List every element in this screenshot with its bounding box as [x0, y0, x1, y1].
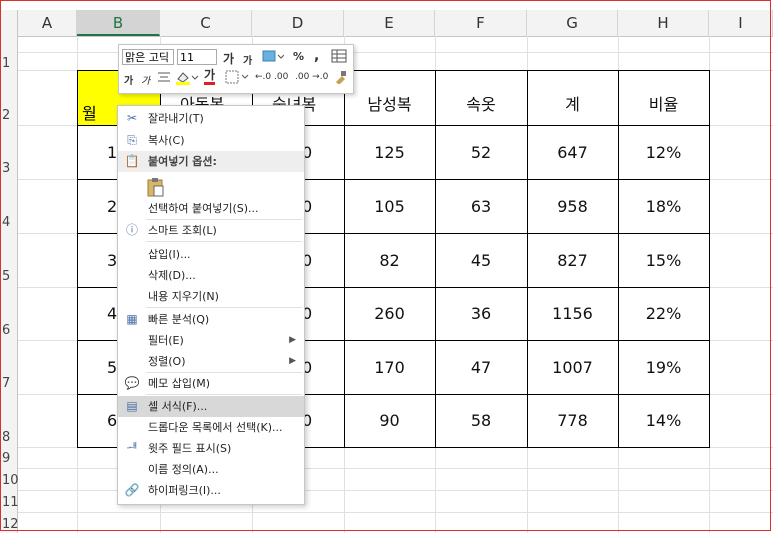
window-frame — [0, 0, 771, 531]
